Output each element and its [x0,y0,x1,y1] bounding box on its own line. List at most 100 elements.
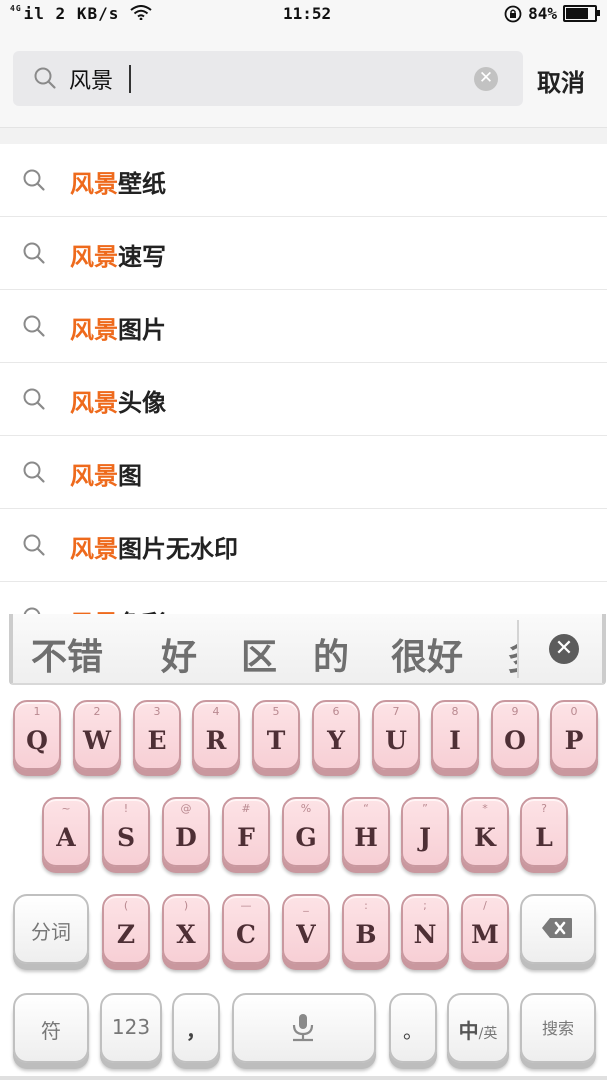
key-l[interactable]: ? L [520,797,568,867]
close-candidates-icon[interactable]: ✕ [549,634,579,664]
candidate-word[interactable]: 多 [507,628,517,680]
suggestion-text: 风景色彩 [70,604,166,614]
suggestion-text: 风景壁纸 [70,164,166,199]
key-label: Q [26,726,48,755]
suggestion-item[interactable]: 风景图 [0,436,607,509]
suggestion-rest: 图 [118,462,142,490]
key-label: F [237,823,255,852]
key-t[interactable]: 5T [252,700,300,770]
suggestion-item[interactable]: 风景图片 [0,290,607,363]
suggestion-item[interactable]: 风景头像 [0,363,607,436]
key-label: 123 [111,1015,151,1039]
language-switch-key[interactable]: 中/英 [447,993,509,1063]
numbers-key[interactable]: 123 [100,993,162,1063]
text-cursor [129,65,131,93]
suggestion-rest: 速写 [118,243,166,271]
key-x[interactable]: ) X [162,894,210,964]
key-label: Y [327,726,345,755]
key-label: G [295,823,317,852]
backspace-key[interactable] [520,894,596,964]
lang-en-label: /英 [478,1026,498,1042]
key-d[interactable]: @ D [162,797,210,867]
suggestion-item[interactable]: 风景色彩 [0,582,607,614]
key-b[interactable]: :B [342,894,390,964]
key-c[interactable]: — C [222,894,270,964]
status-bar: 4G il 2 KB/s 11:52 84% [0,0,607,30]
comma-key[interactable]: ， [172,993,220,1063]
candidate-word[interactable]: 好 [161,628,197,680]
key-label: L [535,823,553,852]
key-y[interactable]: 6Y [312,700,360,770]
suggestion-text: 风景速写 [70,237,166,272]
key-label: 搜索 [541,1019,574,1038]
key-label: H [354,823,378,852]
suggestion-item[interactable]: 风景速写 [0,217,607,290]
key-hint: ! [123,802,129,815]
key-label: I [449,726,461,755]
key-w[interactable]: 2W [73,700,121,770]
key-a[interactable]: ~ A [42,797,90,867]
suggestion-highlight: 风景 [70,389,118,417]
wifi-icon [130,5,152,21]
key-e[interactable]: 3E [133,700,181,770]
key-hint: ; [423,899,427,912]
key-hint: 8 [451,705,459,718]
key-label: 。 [403,1019,423,1043]
search-icon [23,315,45,337]
candidate-word[interactable]: 不错 [31,628,103,680]
section-gap [0,128,607,144]
symbol-key[interactable]: 符 [13,993,89,1063]
search-key[interactable]: 搜索 [520,993,596,1063]
key-u[interactable]: 7U [372,700,420,770]
key-v[interactable]: _ V [282,894,330,964]
search-icon [23,388,45,410]
key-f[interactable]: # F [222,797,270,867]
key-j[interactable]: ” J [401,797,449,867]
key-hint: “ [363,802,369,815]
suggestion-item[interactable]: 风景壁纸 [0,144,607,217]
candidate-word[interactable]: 区 [241,628,277,680]
key-hint: ( [123,899,129,912]
period-key[interactable]: 。 [389,993,437,1063]
key-q[interactable]: 1Q [13,700,61,770]
key-hint: 3 [153,705,161,718]
key-h[interactable]: “H [342,797,390,867]
key-hint: # [241,802,251,815]
key-label: 符 [41,1019,61,1043]
key-m[interactable]: / M [461,894,509,964]
key-o[interactable]: 9O [491,700,539,770]
candidate-divider [517,620,519,678]
key-g[interactable]: % G [282,797,330,867]
candidate-word[interactable]: 很好 [391,628,463,680]
split-word-key[interactable]: 分词 [13,894,89,964]
space-voice-key[interactable] [232,993,376,1063]
key-label: J [419,823,431,852]
key-k[interactable]: * K [461,797,509,867]
key-s[interactable]: ! S [102,797,150,867]
key-r[interactable]: 4R [192,700,240,770]
suggestion-rest: 壁纸 [118,170,166,198]
key-label: X [176,920,196,949]
key-label: W [82,726,112,755]
clear-search-button[interactable]: ✕ [474,67,498,91]
key-n[interactable]: ; N [401,894,449,964]
cancel-button[interactable]: 取消 [537,63,585,98]
key-z[interactable]: (Z [102,894,150,964]
network-speed: 2 KB/s [55,4,120,23]
key-label: T [266,726,286,755]
key-p[interactable]: 0P [550,700,598,770]
search-box[interactable]: ✕ [13,51,523,106]
clock: 11:52 [283,4,332,23]
key-label: R [205,726,227,755]
key-hint: @ [180,802,192,815]
search-icon [23,461,45,483]
key-i[interactable]: 8I [431,700,479,770]
key-hint: 0 [570,705,578,718]
suggestion-item[interactable]: 风景图片无水印 [0,509,607,582]
key-label: C [236,920,256,949]
key-label: S [116,823,136,852]
search-icon [23,242,45,264]
search-icon [34,67,56,89]
candidate-word[interactable]: 的 [313,628,349,680]
keyboard-bottom-edge [0,1076,607,1080]
